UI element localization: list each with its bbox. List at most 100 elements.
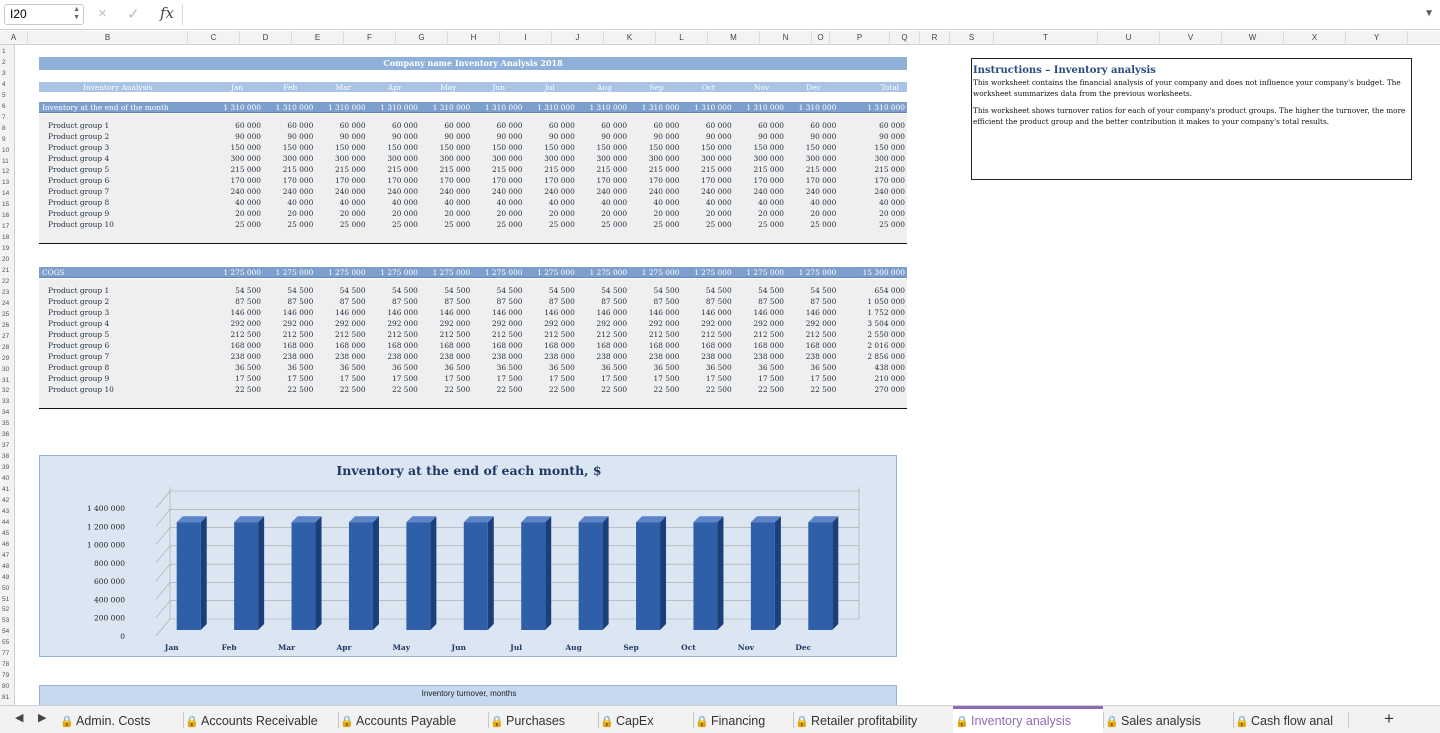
- row-header[interactable]: 21: [0, 267, 15, 275]
- row-header[interactable]: 22: [0, 278, 15, 286]
- name-box-spinner-icon[interactable]: ▲ ▼: [73, 6, 80, 22]
- column-header[interactable]: B: [28, 31, 188, 45]
- cell-value[interactable]: 17 500: [529, 373, 575, 384]
- cell-value[interactable]: 36 500: [424, 362, 470, 373]
- row-header[interactable]: 39: [0, 464, 15, 472]
- cell-value[interactable]: 40 000: [529, 197, 575, 208]
- cell-value[interactable]: 168 000: [529, 340, 575, 351]
- row-header[interactable]: 8: [0, 125, 15, 133]
- row-header[interactable]: 49: [0, 574, 15, 582]
- cell-value[interactable]: 40 000: [477, 197, 523, 208]
- column-header[interactable]: R: [920, 31, 950, 45]
- cell-value[interactable]: 292 000: [686, 318, 732, 329]
- cell-value[interactable]: 40 000: [790, 197, 836, 208]
- row-total[interactable]: 2 550 000: [859, 329, 905, 340]
- cell-value[interactable]: 212 500: [529, 329, 575, 340]
- cell-value[interactable]: 40 000: [686, 197, 732, 208]
- cell-value[interactable]: 25 000: [267, 219, 313, 230]
- row-total[interactable]: 210 000: [859, 373, 905, 384]
- cell-value[interactable]: 212 500: [215, 329, 261, 340]
- confirm-icon[interactable]: ✓: [127, 5, 140, 23]
- cell-value[interactable]: 20 000: [738, 208, 784, 219]
- cell-value[interactable]: 292 000: [529, 318, 575, 329]
- cell-value[interactable]: 168 000: [790, 340, 837, 351]
- cell-value[interactable]: 215 000: [686, 164, 732, 175]
- cell-value[interactable]: 170 000: [267, 175, 314, 186]
- row-header[interactable]: 52: [0, 606, 15, 614]
- cancel-icon[interactable]: ×: [98, 5, 107, 22]
- cell-value[interactable]: 150 000: [581, 142, 628, 153]
- column-header[interactable]: E: [292, 31, 344, 45]
- cell-value[interactable]: 238 000: [424, 351, 471, 362]
- row-total[interactable]: 90 000: [859, 131, 905, 142]
- row-header[interactable]: 80: [0, 683, 15, 691]
- cell-value[interactable]: 22 500: [686, 384, 732, 395]
- formula-input[interactable]: [182, 4, 1422, 25]
- row-header[interactable]: 79: [0, 672, 15, 680]
- column-header[interactable]: I: [500, 31, 552, 45]
- column-header[interactable]: V: [1160, 31, 1222, 45]
- cell-value[interactable]: 90 000: [477, 131, 523, 142]
- row-header[interactable]: 19: [0, 245, 15, 253]
- cell-value[interactable]: 168 000: [372, 340, 418, 351]
- row-header[interactable]: 4: [0, 81, 15, 89]
- sheet-tab[interactable]: 🔒 Cash flow anal: [1233, 706, 1348, 733]
- cell-value[interactable]: 170 000: [372, 175, 418, 186]
- cell-value[interactable]: 215 000: [215, 164, 261, 175]
- cell-value[interactable]: 60 000: [477, 120, 523, 131]
- cell-value[interactable]: 87 500: [581, 296, 627, 307]
- cell-value[interactable]: 168 000: [581, 340, 628, 351]
- row-header[interactable]: 35: [0, 420, 15, 428]
- cell-value[interactable]: 170 000: [633, 175, 680, 186]
- cell-value[interactable]: 90 000: [267, 131, 313, 142]
- row-header[interactable]: 1: [0, 48, 15, 56]
- cell-value[interactable]: 240 000: [633, 186, 680, 197]
- cell-value[interactable]: 300 000: [477, 153, 523, 164]
- column-header[interactable]: N: [760, 31, 812, 45]
- cell-value[interactable]: 25 000: [633, 219, 680, 230]
- row-header[interactable]: 50: [0, 585, 15, 593]
- cell-value[interactable]: 292 000: [738, 318, 784, 329]
- row-total[interactable]: 654 000: [859, 285, 905, 296]
- cell-value[interactable]: 168 000: [424, 340, 471, 351]
- cell-value[interactable]: 146 000: [686, 307, 732, 318]
- cell-value[interactable]: 87 500: [424, 296, 470, 307]
- cell-value[interactable]: 146 000: [372, 307, 418, 318]
- cell-value[interactable]: 87 500: [477, 296, 523, 307]
- cell-value[interactable]: 36 500: [738, 362, 784, 373]
- column-header[interactable]: P: [830, 31, 890, 45]
- row-header[interactable]: 3: [0, 70, 15, 78]
- cell-value[interactable]: 17 500: [424, 373, 470, 384]
- row-header[interactable]: 54: [0, 628, 15, 636]
- cell-value[interactable]: 90 000: [686, 131, 732, 142]
- row-header[interactable]: 77: [0, 650, 15, 658]
- cell-value[interactable]: 40 000: [581, 197, 627, 208]
- cell-value[interactable]: 150 000: [477, 142, 523, 153]
- cell-value[interactable]: 215 000: [529, 164, 575, 175]
- cell-value[interactable]: 17 500: [581, 373, 627, 384]
- column-header[interactable]: J: [552, 31, 604, 45]
- row-header[interactable]: 24: [0, 300, 15, 308]
- add-sheet-button[interactable]: +: [1384, 709, 1394, 729]
- cell-value[interactable]: 240 000: [790, 186, 837, 197]
- cell-value[interactable]: 17 500: [738, 373, 784, 384]
- sheet-tab[interactable]: 🔒 Accounts Receivable: [183, 706, 338, 733]
- cell-value[interactable]: 212 500: [477, 329, 523, 340]
- cell-value[interactable]: 146 000: [790, 307, 837, 318]
- cell-value[interactable]: 300 000: [529, 153, 575, 164]
- cell-value[interactable]: 22 500: [267, 384, 313, 395]
- cell-value[interactable]: 292 000: [215, 318, 261, 329]
- cell-value[interactable]: 150 000: [686, 142, 732, 153]
- cell-value[interactable]: 212 500: [633, 329, 680, 340]
- cell-value[interactable]: 20 000: [267, 208, 313, 219]
- row-total[interactable]: 25 000: [859, 219, 905, 230]
- cell-value[interactable]: 36 500: [215, 362, 261, 373]
- cell-value[interactable]: 17 500: [215, 373, 261, 384]
- column-header[interactable]: K: [604, 31, 656, 45]
- cell-value[interactable]: 212 500: [267, 329, 314, 340]
- cell-value[interactable]: 215 000: [477, 164, 523, 175]
- cell-value[interactable]: 40 000: [424, 197, 470, 208]
- cell-value[interactable]: 168 000: [686, 340, 732, 351]
- cell-value[interactable]: 240 000: [686, 186, 732, 197]
- cell-value[interactable]: 238 000: [372, 351, 418, 362]
